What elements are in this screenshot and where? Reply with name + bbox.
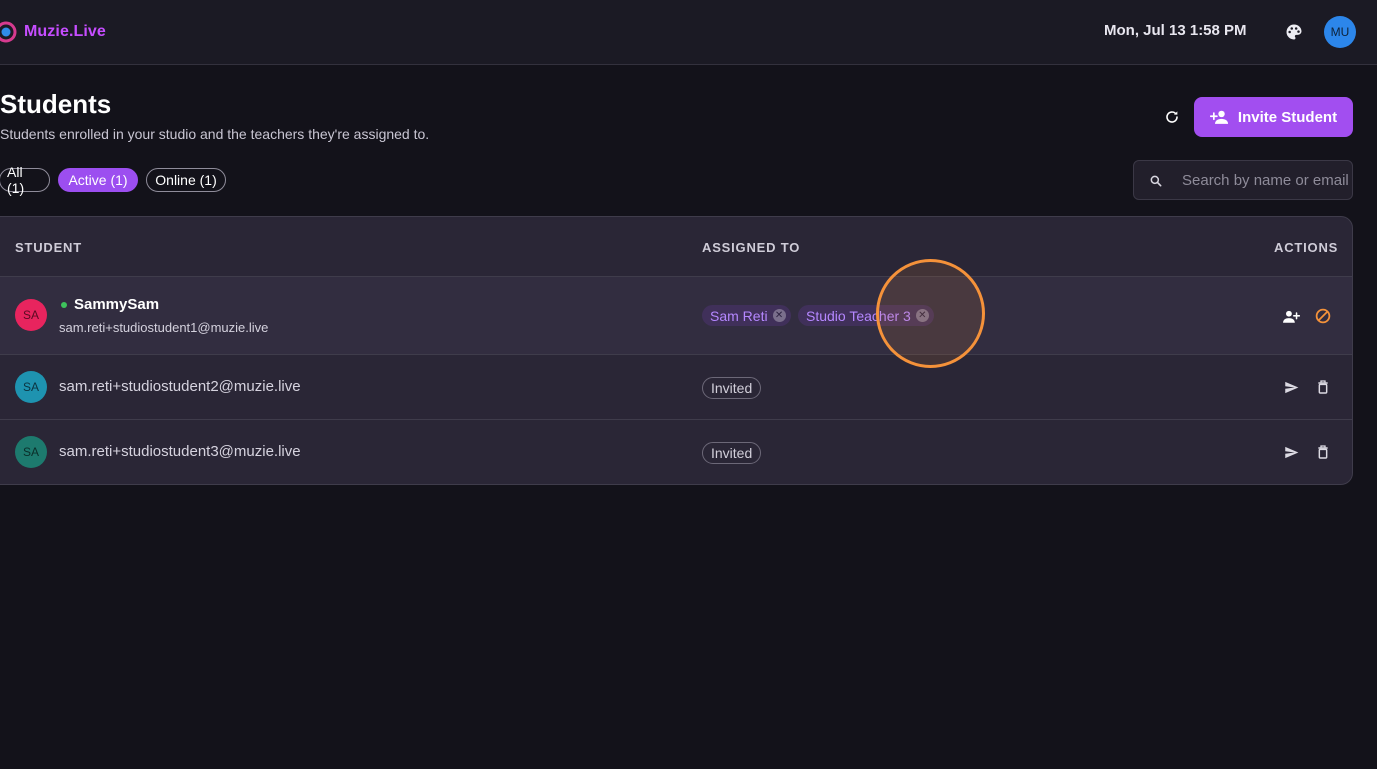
column-header-actions: ACTIONS [1274,240,1339,255]
delete-invite-button[interactable] [1313,377,1333,397]
avatar: SA [15,299,47,331]
send-icon [1284,446,1298,458]
filter-active[interactable]: Active (1) [58,168,138,192]
student-email: sam.reti+studiostudent2@muzie.live [59,378,301,395]
status-badge: Invited [702,377,762,399]
student-email: sam.reti+studiostudent1@muzie.live [59,320,269,335]
block-icon [1315,308,1331,324]
search-box [1133,160,1353,200]
assign-teacher-button[interactable] [1281,306,1301,326]
online-status-dot [61,302,67,308]
trash-icon [1318,445,1328,459]
student-name: SammySam [74,296,160,313]
search-input[interactable] [1182,161,1350,199]
user-avatar[interactable]: MU [1324,16,1356,48]
search-icon [1150,175,1162,187]
resend-invite-button[interactable] [1281,442,1301,462]
assigned-teacher-name: Studio Teacher 3 [806,307,911,324]
trash-icon [1318,380,1328,394]
filter-online[interactable]: Online (1) [146,168,226,192]
resend-invite-button[interactable] [1281,377,1301,397]
palette-icon[interactable] [1283,21,1305,43]
remove-teacher-icon[interactable]: ✕ [915,309,929,322]
page-subtitle: Students enrolled in your studio and the… [0,126,430,142]
avatar: SA [15,371,47,403]
table-row[interactable]: SA sam.reti+studiostudent2@muzie.live In… [0,355,1352,420]
logo-text: Muzie.Live [24,23,106,40]
filter-all[interactable]: All (1) [0,164,50,196]
table-row[interactable]: SA SammySam sam.reti+studiostudent1@muzi… [0,277,1352,355]
assigned-teacher-name: Sam Reti [710,307,768,324]
block-student-button[interactable] [1313,306,1333,326]
remove-teacher-icon[interactable]: ✕ [772,309,786,322]
person-add-icon [1209,110,1228,124]
student-email: sam.reti+studiostudent3@muzie.live [59,443,301,460]
top-bar: Muzie.Live Mon, Jul 13 1:58 PM MU [0,0,1377,65]
students-table: STUDENT ASSIGNED TO ACTIONS SA SammySam … [0,216,1353,485]
page-title: Students [0,89,112,119]
assigned-teacher-tag: Studio Teacher 3 ✕ [798,305,934,326]
invite-student-label: Invite Student [1237,108,1338,126]
assigned-teacher-tag: Sam Reti ✕ [702,305,791,326]
logo-icon [0,21,17,43]
delete-invite-button[interactable] [1313,442,1333,462]
table-row[interactable]: SA sam.reti+studiostudent3@muzie.live In… [0,420,1352,484]
column-header-assigned-to: ASSIGNED TO [702,240,801,255]
avatar: SA [15,436,47,468]
invite-student-button[interactable]: Invite Student [1194,97,1353,137]
column-header-student: STUDENT [15,240,82,255]
send-icon [1284,381,1298,393]
logo[interactable]: Muzie.Live [0,20,106,44]
refresh-icon[interactable] [1162,107,1182,127]
person-add-icon [1283,310,1300,323]
table-header: STUDENT ASSIGNED TO ACTIONS [0,217,1352,277]
date-time: Mon, Jul 13 1:58 PM [1104,22,1247,39]
status-badge: Invited [702,442,762,464]
